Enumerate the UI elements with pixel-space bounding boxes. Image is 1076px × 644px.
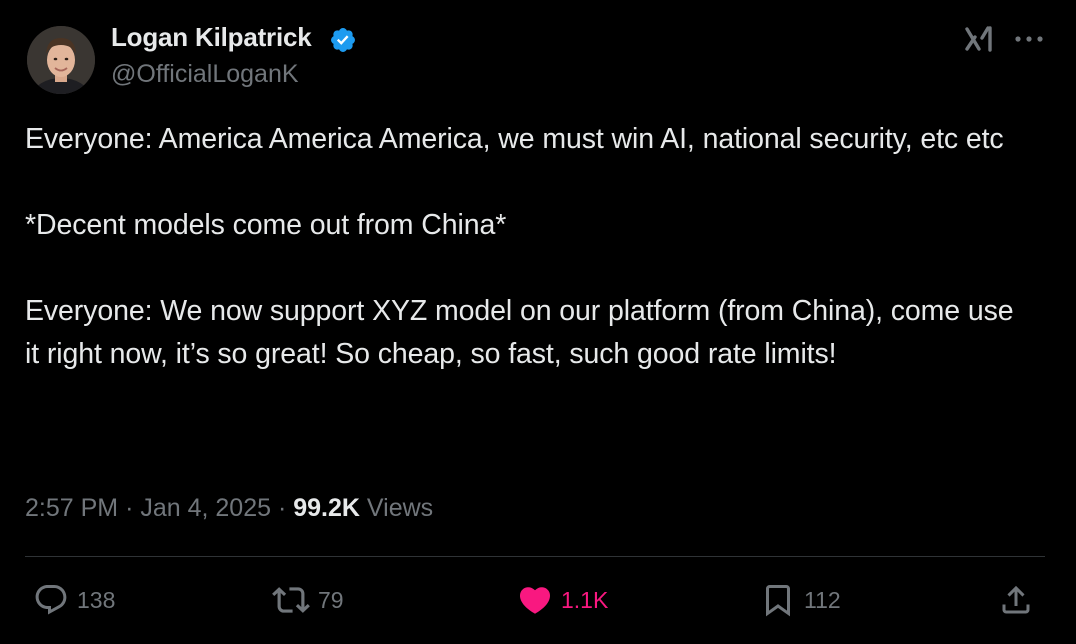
meta-separator: · xyxy=(277,494,287,522)
views-label: Views xyxy=(366,494,434,522)
reply-button[interactable]: 138 xyxy=(33,580,115,620)
author-handle[interactable]: @OfficialLoganK xyxy=(111,60,299,89)
repost-count: 79 xyxy=(318,586,344,613)
share-icon xyxy=(1002,585,1030,614)
tweet: Logan Kilpatrick @OfficialLoganK Everyon… xyxy=(0,0,1076,644)
grok-icon[interactable] xyxy=(963,24,995,54)
tweet-meta: 2:57 PM · Jan 4, 2025 · 99.2K Views xyxy=(25,494,433,523)
like-button[interactable]: 1.1K xyxy=(517,580,608,620)
avatar[interactable] xyxy=(27,26,95,94)
tweet-paragraph: *Decent models come out from China* xyxy=(25,209,507,241)
repost-button[interactable]: 79 xyxy=(272,580,344,620)
divider xyxy=(25,556,1045,557)
tweet-text: Everyone: America America America, we mu… xyxy=(25,118,1035,376)
more-icon[interactable] xyxy=(1012,30,1046,48)
tweet-date[interactable]: Jan 4, 2025 xyxy=(140,494,271,522)
reply-icon xyxy=(35,585,67,615)
views-count: 99.2K xyxy=(293,494,360,522)
like-count: 1.1K xyxy=(561,586,609,613)
meta-separator: · xyxy=(125,494,134,522)
heart-icon xyxy=(519,587,551,614)
verified-badge-icon xyxy=(331,28,355,52)
tweet-paragraph: Everyone: America America America, we mu… xyxy=(25,123,1004,155)
bookmark-icon xyxy=(766,585,790,617)
reply-count: 138 xyxy=(77,586,116,613)
author-name[interactable]: Logan Kilpatrick xyxy=(111,22,312,53)
repost-icon xyxy=(272,587,310,613)
bookmark-count: 112 xyxy=(804,586,841,613)
share-button[interactable] xyxy=(998,580,1034,620)
tweet-paragraph: Everyone: We now support XYZ model on ou… xyxy=(25,295,1022,370)
tweet-time[interactable]: 2:57 PM xyxy=(25,494,118,522)
bookmark-button[interactable]: 112 xyxy=(760,580,841,620)
